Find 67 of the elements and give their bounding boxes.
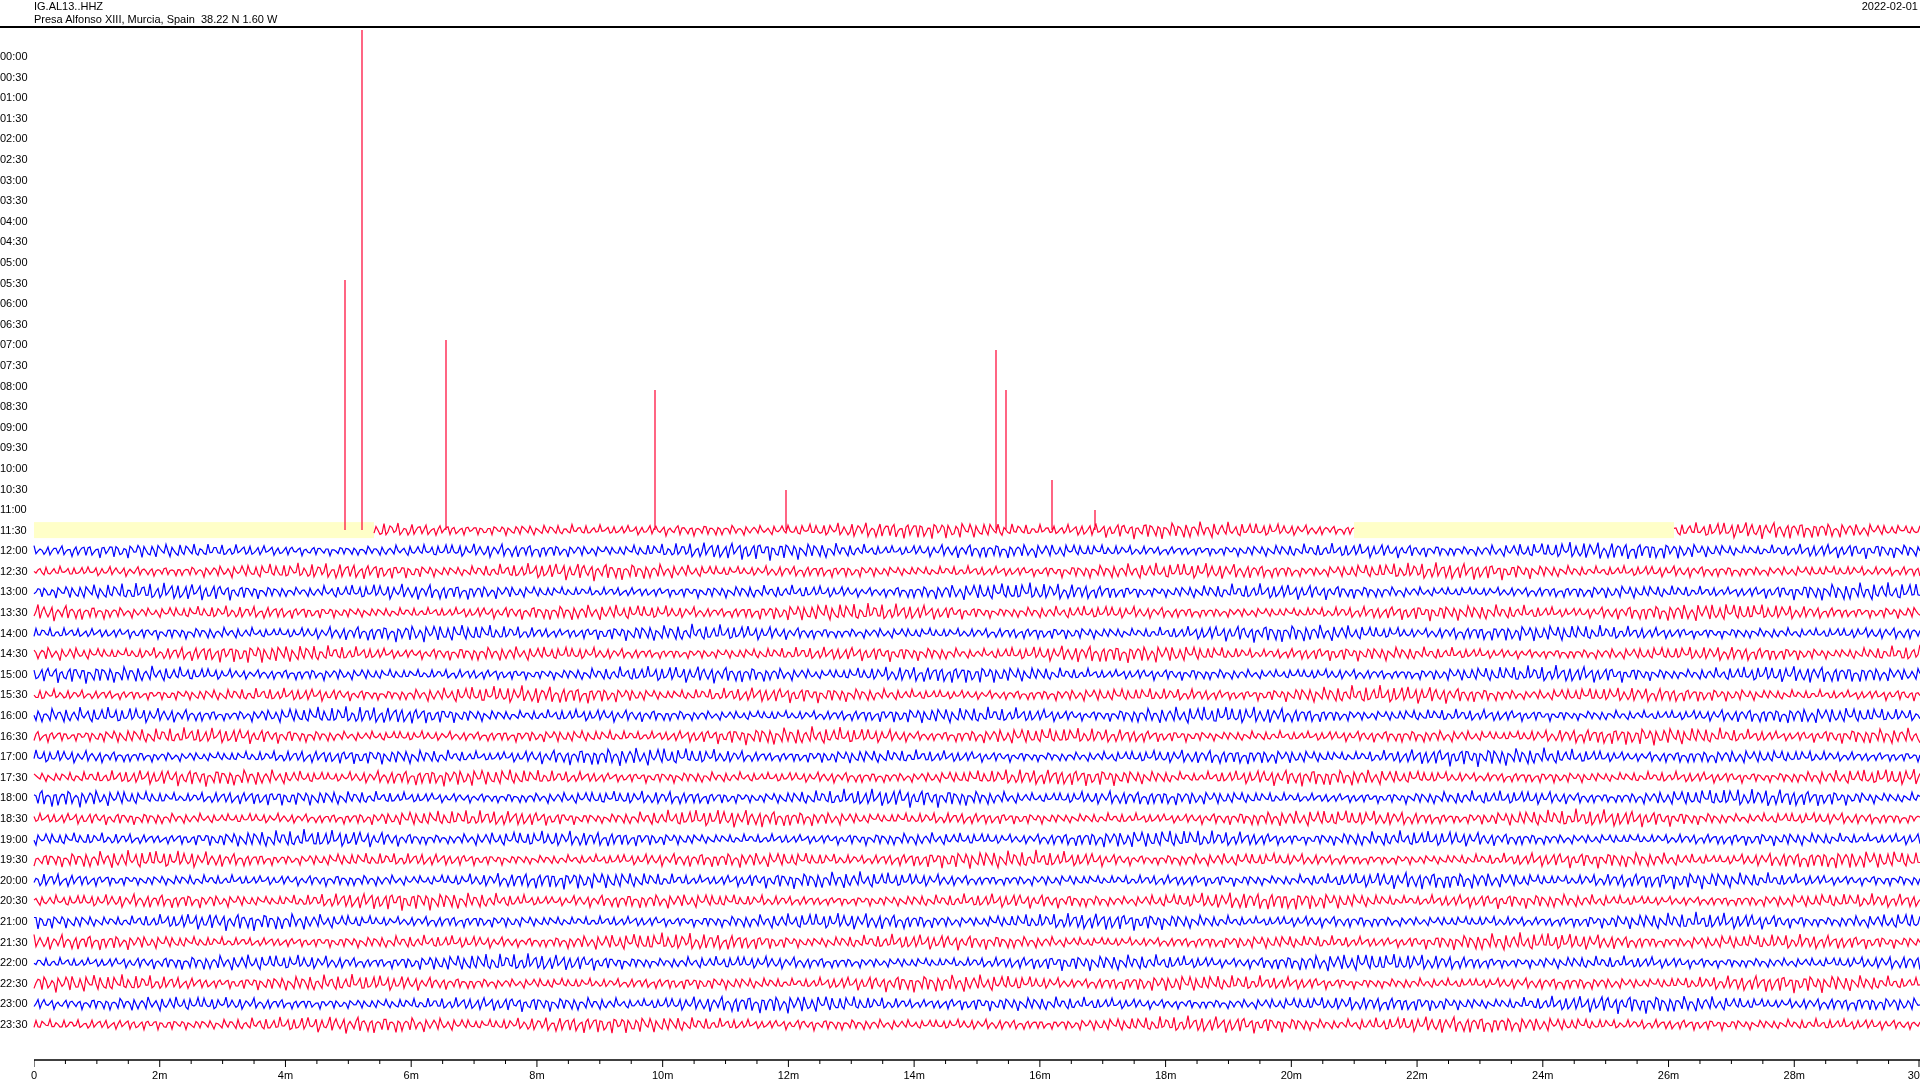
time-label: 02:00 (0, 131, 28, 147)
time-label: 23:00 (0, 996, 28, 1012)
time-label: 03:00 (0, 172, 28, 188)
axis-label: 14m (903, 1067, 925, 1080)
plot-date: 2022-02-01 (1861, 0, 1918, 14)
axis-label: 10m (651, 1067, 674, 1080)
time-label: 08:00 (0, 378, 28, 394)
time-label: 15:00 (0, 666, 28, 682)
axis-label: 26m (1657, 1067, 1680, 1080)
axis-label: 0 (31, 1067, 38, 1080)
axis-label: 2m (152, 1067, 168, 1080)
axis-label: 20m (1280, 1067, 1303, 1080)
time-label: 07:00 (0, 337, 28, 353)
time-label: 12:00 (0, 543, 28, 559)
time-label: 16:00 (0, 708, 28, 724)
time-label: 00:30 (0, 69, 28, 85)
time-label: 00:00 (0, 49, 28, 65)
time-label: 03:30 (0, 193, 28, 209)
time-label: 09:30 (0, 440, 28, 456)
time-label: 04:30 (0, 234, 28, 250)
axis-label: 28m (1783, 1067, 1805, 1080)
axis-label: 8m (529, 1067, 545, 1080)
time-label: 02:30 (0, 152, 28, 167)
time-label: 08:30 (0, 399, 28, 415)
time-label: 14:00 (0, 625, 28, 641)
axis-label: 4m (277, 1067, 294, 1080)
time-label: 13:00 (0, 584, 28, 600)
time-label: 01:00 (0, 90, 28, 106)
time-label: 23:30 (0, 1016, 28, 1032)
time-label: 11:30 (0, 522, 27, 538)
time-label: 05:00 (0, 255, 28, 270)
time-label: 07:30 (0, 357, 28, 373)
time-label: 21:30 (0, 934, 28, 950)
time-label: 06:00 (0, 296, 28, 312)
axis-label: 6m (403, 1067, 419, 1080)
time-label: 14:30 (0, 646, 28, 662)
time-label: 22:00 (0, 955, 28, 971)
station-location: Presa Alfonso XIII, Murcia, Spain 38.22 N 1.60 W (34, 13, 278, 26)
time-label: 18:30 (0, 811, 28, 826)
time-label: 19:00 (0, 831, 28, 847)
axis-label: 16m (1029, 1067, 1051, 1080)
axis-label: 12m (777, 1067, 800, 1080)
time-label: 01:30 (0, 110, 28, 126)
time-label: 17:30 (0, 769, 28, 785)
time-label: 18:00 (0, 790, 28, 806)
time-label: 09:00 (0, 419, 28, 435)
time-label: 21:00 (0, 914, 28, 929)
time-label: 10:30 (0, 481, 28, 497)
time-label: 12:30 (0, 563, 28, 579)
axis-label: 22m (1406, 1067, 1428, 1080)
station-code: IG.AL13..HHZ (34, 0, 105, 13)
time-label: 20:00 (0, 872, 28, 888)
axis-label: 30 (1907, 1067, 1920, 1080)
time-label: 04:00 (0, 213, 28, 229)
time-label: 10:00 (0, 460, 28, 476)
time-label: 16:30 (0, 728, 28, 744)
time-label: 11:00 (0, 502, 27, 518)
time-label: 13:30 (0, 605, 28, 621)
time-label: 05:30 (0, 275, 28, 291)
time-label: 06:30 (0, 316, 28, 332)
time-label: 19:30 (0, 852, 28, 868)
axis-label: 18m (1154, 1067, 1177, 1080)
time-label: 15:30 (0, 687, 28, 703)
time-label: 20:30 (0, 893, 28, 909)
time-label: 22:30 (0, 975, 28, 991)
time-label: 17:00 (0, 749, 28, 765)
axis-label: 24m (1532, 1067, 1554, 1080)
